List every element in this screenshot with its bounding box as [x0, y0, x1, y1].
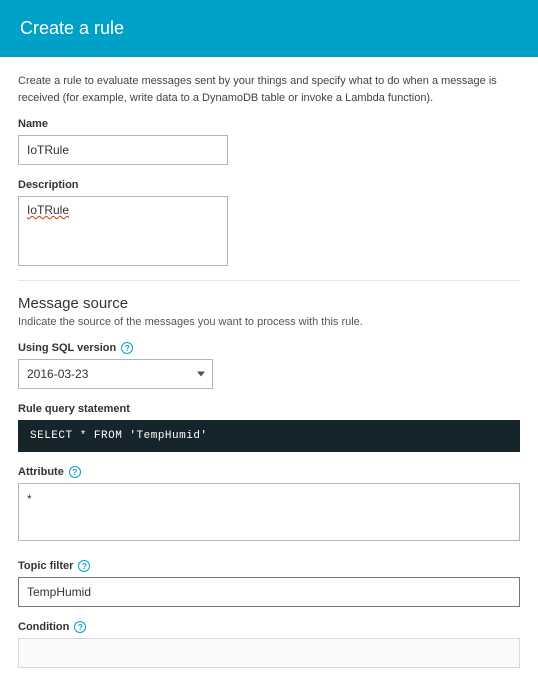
condition-group: Condition ?	[18, 621, 520, 668]
info-icon[interactable]: ?	[78, 560, 90, 572]
chevron-down-icon	[197, 372, 205, 377]
info-icon[interactable]: ?	[121, 342, 133, 354]
name-label: Name	[18, 118, 520, 130]
message-source-subtitle: Indicate the source of the messages you …	[18, 316, 520, 328]
query-statement-label: Rule query statement	[18, 403, 520, 415]
sql-version-label: Using SQL version ?	[18, 342, 520, 354]
sql-version-select[interactable]: 2016-03-23	[18, 359, 213, 389]
description-input[interactable]: IoTRule	[18, 196, 228, 266]
page-header: Create a rule	[0, 0, 538, 57]
intro-text: Create a rule to evaluate messages sent …	[18, 73, 520, 106]
condition-input[interactable]	[18, 638, 520, 668]
description-field-group: Description IoTRule	[18, 179, 520, 266]
attribute-group: Attribute ?	[18, 466, 520, 546]
info-icon[interactable]: ?	[74, 621, 86, 633]
topic-filter-input[interactable]	[18, 577, 520, 607]
info-icon[interactable]: ?	[69, 466, 81, 478]
name-input[interactable]	[18, 135, 228, 165]
description-label: Description	[18, 179, 520, 191]
content-area: Create a rule to evaluate messages sent …	[0, 57, 538, 668]
page-title: Create a rule	[20, 18, 518, 39]
name-field-group: Name	[18, 118, 520, 165]
attribute-input[interactable]	[18, 483, 520, 541]
query-statement-group: Rule query statement SELECT * FROM 'Temp…	[18, 403, 520, 452]
message-source-title: Message source	[18, 295, 520, 312]
query-statement-code: SELECT * FROM 'TempHumid'	[18, 420, 520, 452]
sql-version-group: Using SQL version ? 2016-03-23	[18, 342, 520, 389]
attribute-label: Attribute ?	[18, 466, 520, 478]
topic-filter-label: Topic filter ?	[18, 560, 520, 572]
condition-label: Condition ?	[18, 621, 520, 633]
section-divider	[18, 280, 520, 281]
